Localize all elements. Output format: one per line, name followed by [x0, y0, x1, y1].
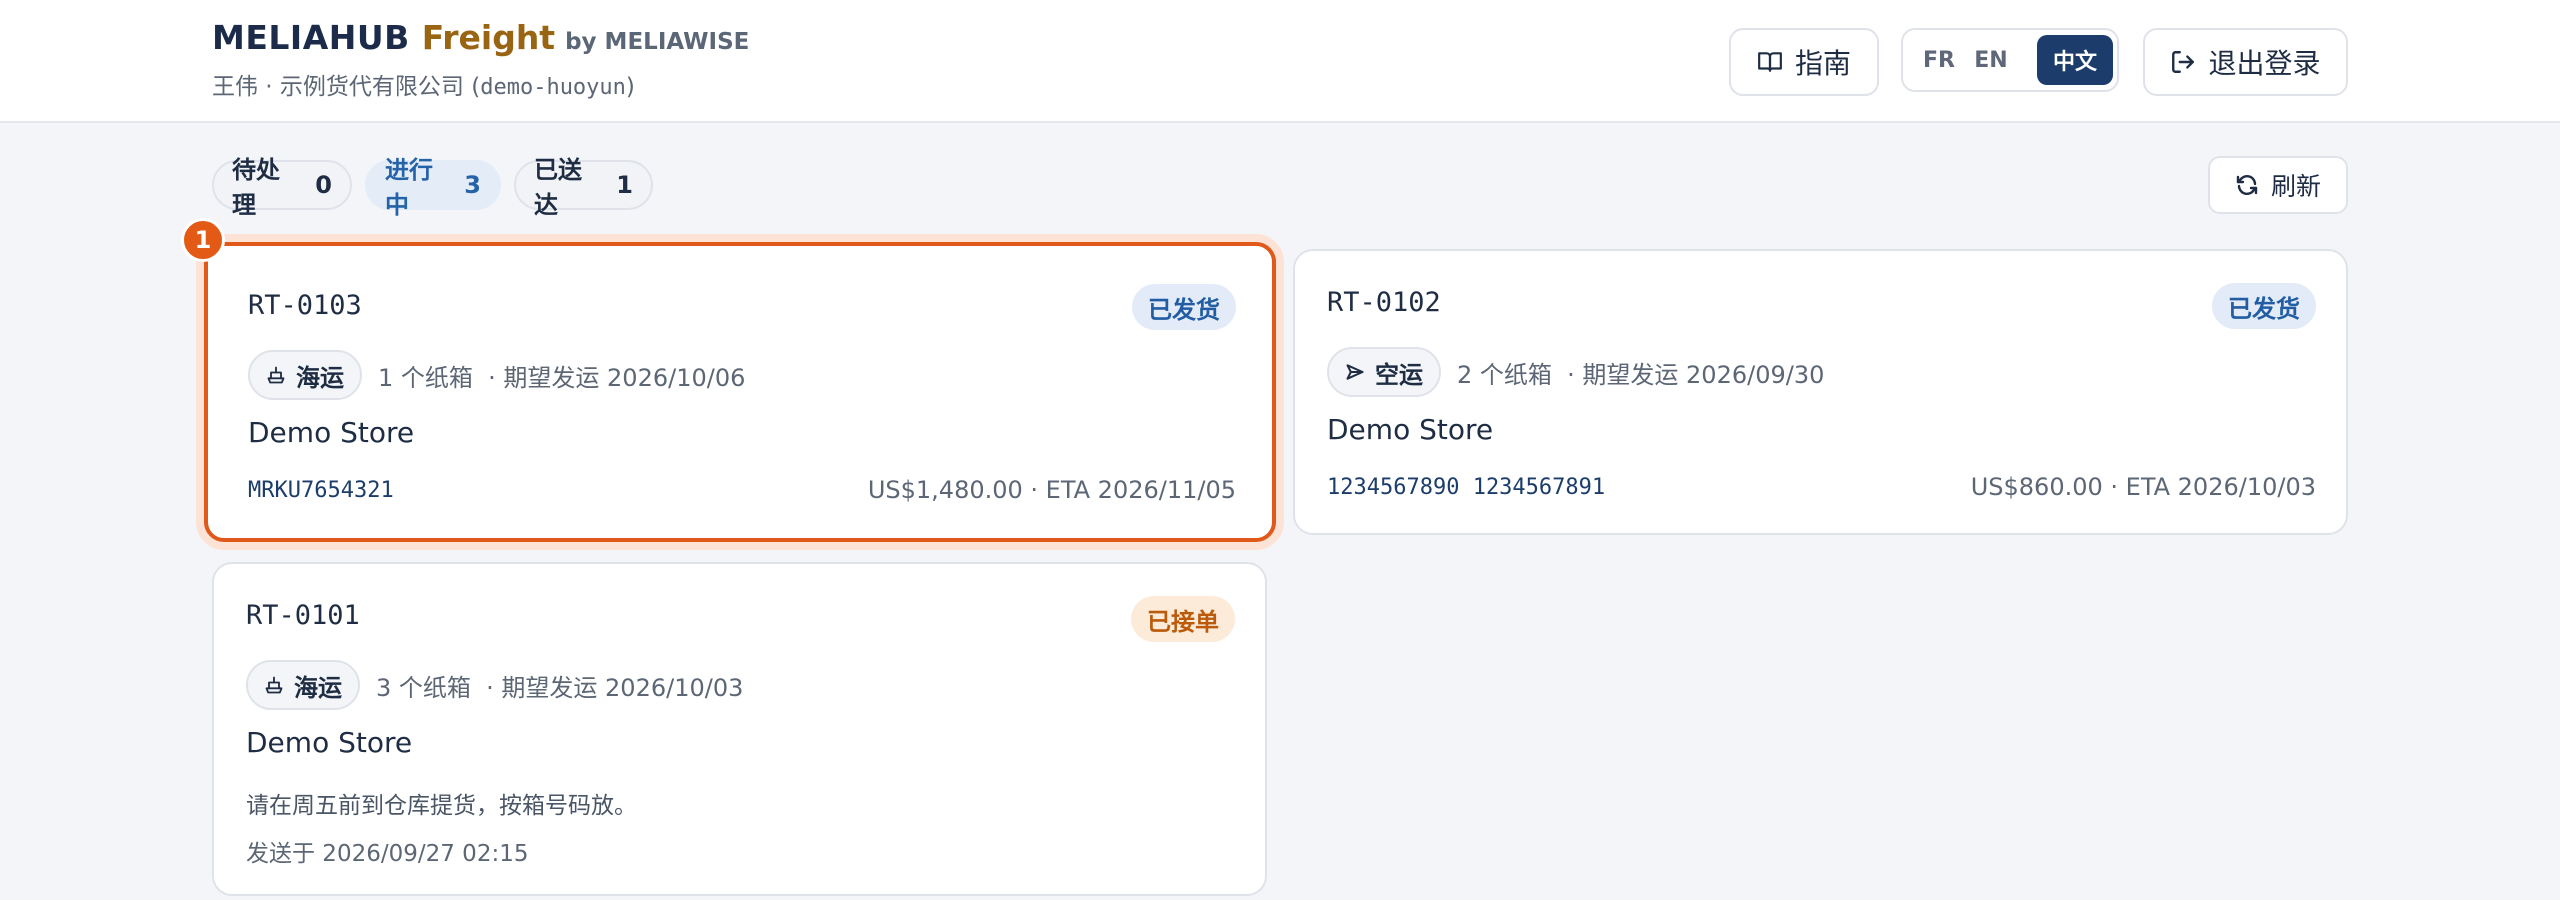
order-card[interactable]: RT-0102 已发货 空运 2 个纸箱 · 期望发运 2026/09/30 D… [1293, 249, 2348, 535]
sent-timestamp: 发送于 2026/09/27 02:15 [246, 841, 529, 867]
plane-icon [1346, 364, 1364, 380]
filter-label: 已送达 [534, 156, 582, 219]
order-card[interactable]: RT-0103 已发货 海运 1 个纸箱 · 期望发运 2026/10/06 D… [204, 242, 1276, 542]
book-open-icon [1758, 52, 1782, 72]
brand-product: Freight [421, 18, 556, 57]
guide-label: 指南 [1794, 47, 1851, 80]
store-name: Demo Store [246, 726, 413, 759]
status-badge: 已发货 [1132, 284, 1236, 330]
price-eta: US$860.00 · ETA 2026/10/03 [1970, 473, 2316, 501]
shipping-mode: 海运 [296, 363, 344, 392]
user-org-label: 王伟 · 示例货代有限公司 ( [212, 74, 481, 100]
order-card[interactable]: RT-0101 已接单 海运 3 个纸箱 · 期望发运 2026/10/03 D… [212, 562, 1267, 896]
order-meta-text: 3 个纸箱 · 期望发运 2026/10/03 [376, 673, 744, 702]
brand-name: MELIAHUB [212, 18, 410, 57]
order-note: 请在周五前到仓库提货，按箱号码放。 [246, 793, 637, 819]
shipping-mode-chip: 海运 [248, 350, 362, 400]
order-id: RT-0103 [248, 290, 362, 321]
filter-label: 进行中 [385, 156, 433, 219]
brand-by: by MELIAWISE [565, 29, 750, 55]
tracking-number: 1234567890 1234567891 [1327, 475, 1606, 500]
logout-button[interactable]: 退出登录 [2143, 28, 2348, 96]
filter-label: 待处理 [232, 156, 280, 219]
order-meta: 海运 3 个纸箱 · 期望发运 2026/10/03 [246, 660, 743, 710]
selection-marker: 1 [181, 218, 225, 262]
order-meta-text: 1 个纸箱 · 期望发运 2026/10/06 [378, 363, 746, 392]
user-org-close: ) [625, 74, 635, 100]
filter-delivered[interactable]: 已送达 1 [514, 156, 653, 219]
refresh-label: 刷新 [2270, 172, 2321, 201]
order-id: RT-0101 [246, 600, 360, 631]
filter-pending[interactable]: 待处理 0 [212, 156, 352, 219]
tracking-number: MRKU7654321 [248, 478, 394, 503]
shipping-mode: 空运 [1375, 360, 1423, 389]
lang-en[interactable]: EN [1969, 48, 2013, 73]
refresh-button[interactable]: 刷新 [2208, 156, 2348, 214]
brand: MELIAHUB Freight by MELIAWISE 王伟 · 示例货代有… [212, 18, 749, 101]
shipping-mode: 海运 [294, 673, 342, 702]
status-badge: 已接单 [1131, 596, 1235, 642]
ship-icon [265, 676, 283, 694]
lang-fr[interactable]: FR [1917, 48, 1961, 73]
org-code: demo-huoyun [480, 75, 626, 100]
language-switcher: FR EN 中文 [1901, 28, 2119, 92]
order-id: RT-0102 [1327, 287, 1441, 318]
order-meta: 空运 2 个纸箱 · 期望发运 2026/09/30 [1327, 347, 1824, 397]
user-org-line: 王伟 · 示例货代有限公司 (demo-huoyun) [212, 67, 749, 101]
filter-count: 3 [464, 171, 481, 199]
filter-count: 0 [315, 171, 332, 199]
order-meta-text: 2 个纸箱 · 期望发运 2026/09/30 [1457, 360, 1825, 389]
shipping-mode-chip: 海运 [246, 660, 360, 710]
logout-label: 退出登录 [2208, 47, 2321, 80]
filter-count: 1 [616, 171, 633, 199]
guide-button[interactable]: 指南 [1729, 28, 1879, 96]
status-badge: 已发货 [2212, 283, 2316, 329]
top-bar: MELIAHUB Freight by MELIAWISE 王伟 · 示例货代有… [0, 0, 2560, 123]
shipping-mode-chip: 空运 [1327, 347, 1441, 397]
refresh-icon [2236, 175, 2258, 195]
logout-icon [2172, 51, 2195, 73]
store-name: Demo Store [1327, 413, 1494, 446]
filter-in-progress[interactable]: 进行中 3 [365, 156, 501, 219]
lang-zh[interactable]: 中文 [2037, 35, 2113, 85]
ship-icon [267, 366, 285, 384]
order-meta: 海运 1 个纸箱 · 期望发运 2026/10/06 [248, 350, 745, 400]
store-name: Demo Store [248, 416, 415, 449]
price-eta: US$1,480.00 · ETA 2026/11/05 [867, 476, 1236, 504]
